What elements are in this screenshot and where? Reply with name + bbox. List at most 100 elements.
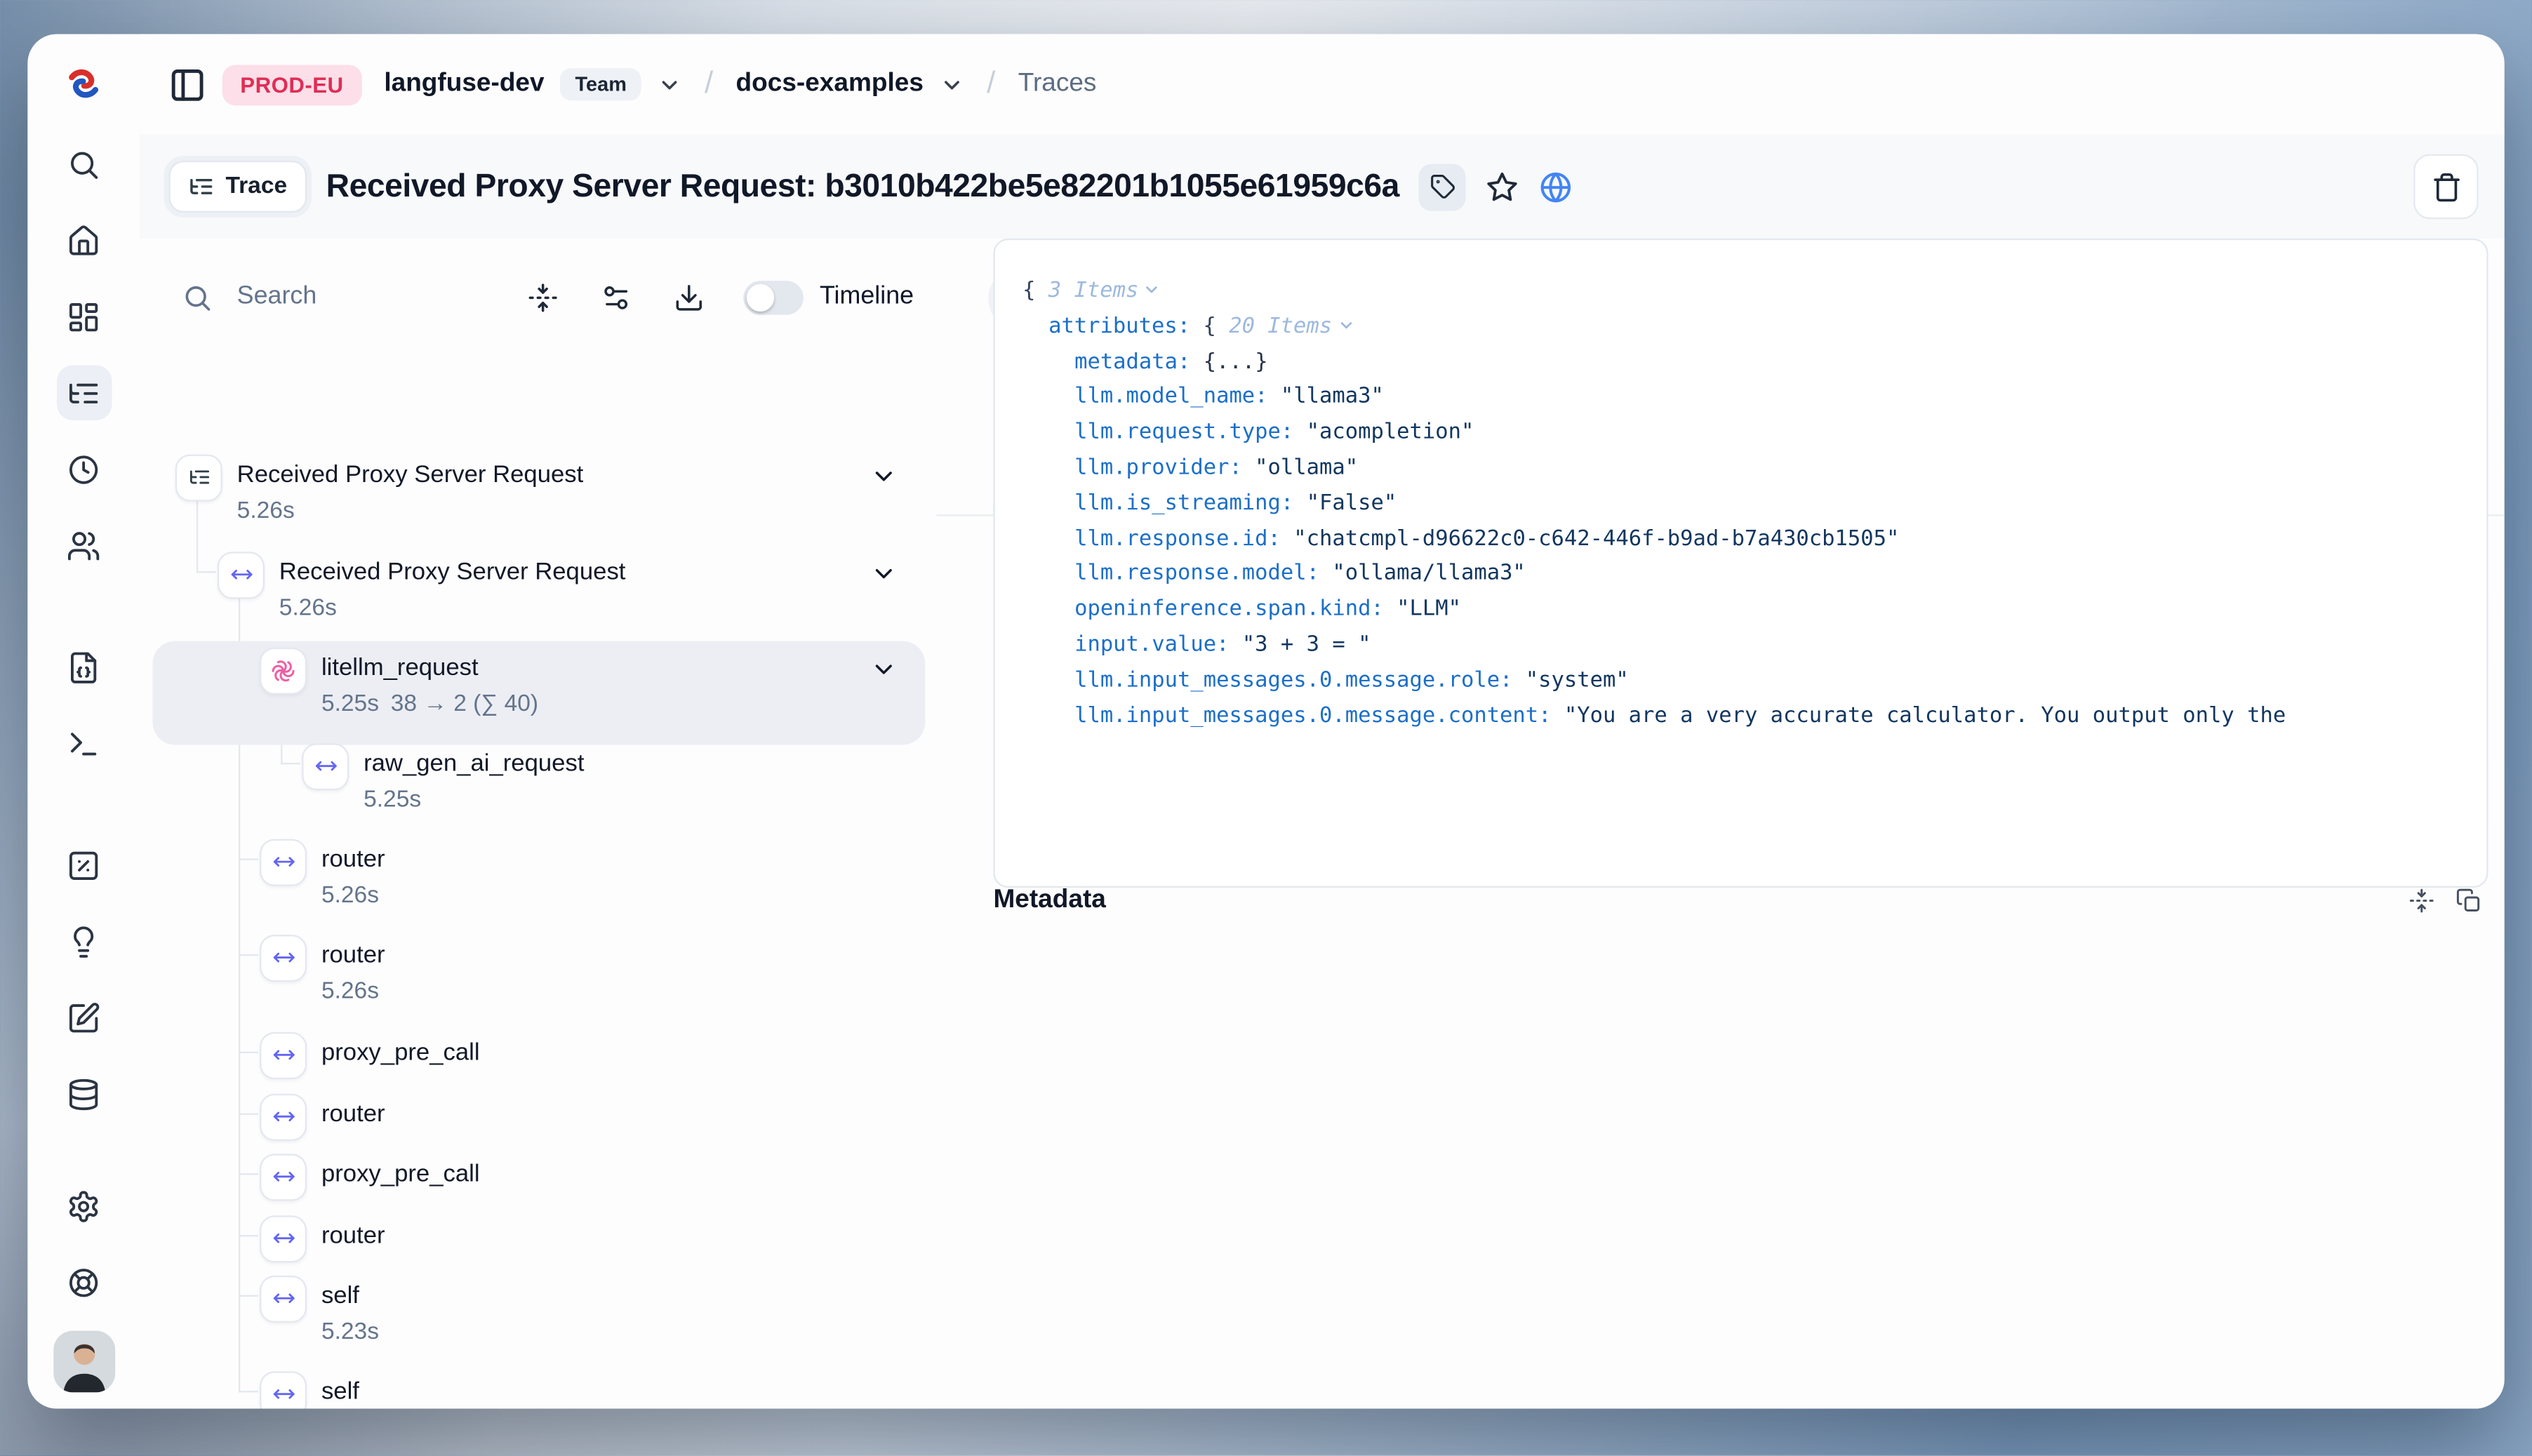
- sidebar-item-search[interactable]: [56, 136, 112, 192]
- tree-item-label[interactable]: router: [321, 938, 385, 974]
- metadata-json-line: metadata: {...}: [1022, 345, 2459, 380]
- square-percent-icon: [67, 848, 101, 882]
- json-string-value: "llama3": [1281, 385, 1384, 410]
- json-collapse-chevron-icon[interactable]: [1143, 281, 1161, 298]
- delete-trace-button[interactable]: [2413, 154, 2479, 220]
- metadata-json-line: llm.input_messages.0.message.role: "syst…: [1022, 663, 2459, 698]
- org-logo-icon[interactable]: [62, 62, 105, 104]
- trace-tree: Received Proxy Server Request5.26sReceiv…: [140, 333, 937, 1408]
- trace-type-pill[interactable]: Trace: [169, 161, 307, 213]
- sidebar-item-annotation[interactable]: [56, 990, 112, 1046]
- environment-badge: PROD-EU: [222, 64, 361, 105]
- sidebar: [27, 34, 141, 1409]
- tree-item-chevron-down-icon[interactable]: [870, 655, 898, 683]
- user-avatar[interactable]: [53, 1331, 114, 1393]
- top-nav: PROD-EU langfuse-dev Team / docs-example…: [140, 34, 2505, 137]
- json-collapse-chevron-icon[interactable]: [1337, 316, 1354, 334]
- project-name[interactable]: docs-examples: [736, 69, 924, 99]
- sidebar-item-datasets[interactable]: [56, 1067, 112, 1122]
- span-type-icon: [260, 1031, 307, 1078]
- sidebar-item-sessions[interactable]: [56, 441, 112, 497]
- sidebar-item-users[interactable]: [56, 518, 112, 573]
- metadata-json-line: attributes: { 20 Items: [1022, 309, 2459, 345]
- tree-item-label[interactable]: router: [321, 1219, 385, 1255]
- span-type-icon: [260, 1215, 307, 1262]
- sidebar-toggle-icon[interactable]: [169, 66, 206, 103]
- json-key: llm.input_messages.0.message.content:: [1074, 704, 1564, 728]
- terminal-icon: [67, 726, 101, 761]
- tags-button[interactable]: [1419, 163, 1466, 210]
- list-tree-icon: [188, 173, 214, 199]
- span-type-icon: [260, 1275, 307, 1322]
- tree-item-label[interactable]: Received Proxy Server Request: [279, 555, 626, 591]
- tree-connector-elbow: [239, 1391, 258, 1392]
- bookmark-star-icon[interactable]: [1485, 170, 1519, 204]
- tree-item-duration: 5.25s: [364, 782, 421, 818]
- tree-connector-elbow: [196, 571, 216, 573]
- tree-connector-elbow: [239, 954, 258, 956]
- metadata-json-line: llm.is_streaming: "False": [1022, 486, 2459, 521]
- trace-type-icon: [175, 453, 222, 500]
- project-chevron-down-icon[interactable]: [940, 72, 964, 97]
- trace-title-bar: Trace Received Proxy Server Request: b30…: [140, 135, 2505, 240]
- metadata-section-label: Metadata: [993, 886, 1105, 916]
- tree-item-label[interactable]: self: [321, 1375, 359, 1409]
- tree-item-label[interactable]: router: [321, 842, 385, 878]
- download-icon[interactable]: [674, 281, 705, 312]
- sidebar-item-prompts[interactable]: [56, 639, 112, 695]
- json-string-value: "You are a very accurate calculator. You…: [1564, 704, 2286, 728]
- tree-item-chevron-down-icon[interactable]: [870, 560, 898, 587]
- tree-item-duration: 5.23s: [321, 1314, 379, 1350]
- sidebar-item-playground[interactable]: [56, 716, 112, 771]
- json-item-count[interactable]: 3 Items: [1048, 279, 1139, 304]
- sidebar-item-evaluation[interactable]: [56, 837, 112, 893]
- span-type-icon: [260, 1370, 307, 1408]
- tree-item-duration: 5.26s: [279, 591, 337, 627]
- sidebar-item-dashboards[interactable]: [56, 289, 112, 345]
- json-string-value: "system": [1526, 668, 1629, 693]
- collapse-all-icon[interactable]: [528, 281, 559, 312]
- breadcrumb-separator: /: [705, 67, 713, 102]
- public-globe-icon[interactable]: [1539, 170, 1573, 204]
- org-chevron-down-icon[interactable]: [658, 72, 682, 97]
- json-key: metadata:: [1074, 350, 1204, 375]
- json-key: input.value:: [1074, 633, 1242, 657]
- metadata-json-line: openinference.span.kind: "LLM": [1022, 593, 2459, 628]
- json-key: llm.provider:: [1074, 456, 1255, 481]
- collapse-section-icon[interactable]: [2408, 888, 2434, 914]
- file-json-icon: [67, 650, 101, 684]
- tree-item-label[interactable]: proxy_pre_call: [321, 1036, 480, 1071]
- breadcrumb-section[interactable]: Traces: [1018, 69, 1097, 99]
- json-item-count[interactable]: 20 Items: [1229, 314, 1332, 339]
- json-string-value: "ollama": [1255, 456, 1358, 481]
- sidebar-item-insights[interactable]: [56, 914, 112, 969]
- tree-item-chevron-down-icon[interactable]: [870, 462, 898, 490]
- dashboard-icon: [67, 300, 101, 334]
- metadata-json-line: llm.response.model: "ollama/llama3": [1022, 557, 2459, 592]
- sidebar-item-tracing[interactable]: [56, 365, 112, 420]
- tree-item-label[interactable]: Received Proxy Server Request: [237, 457, 584, 493]
- toggle-knob: [747, 283, 774, 311]
- tree-item-label[interactable]: proxy_pre_call: [321, 1157, 480, 1193]
- metadata-json-line: llm.request.type: "acompletion": [1022, 416, 2459, 451]
- sidebar-item-support[interactable]: [56, 1255, 112, 1310]
- timeline-toggle[interactable]: [743, 280, 804, 314]
- lifebuoy-icon: [67, 1265, 101, 1300]
- database-icon: [67, 1077, 101, 1111]
- sidebar-item-settings[interactable]: [56, 1178, 112, 1234]
- tree-item-label[interactable]: litellm_request: [321, 650, 479, 686]
- tree-item-label[interactable]: self: [321, 1279, 359, 1315]
- metadata-json-line: llm.model_name: "llama3": [1022, 380, 2459, 415]
- metadata-json-line: { 3 Items: [1022, 274, 2459, 309]
- search-input[interactable]: Search: [182, 281, 485, 312]
- copy-section-icon[interactable]: [2456, 888, 2481, 914]
- tree-item-label[interactable]: router: [321, 1097, 385, 1133]
- span-type-icon: [218, 551, 265, 598]
- users-icon: [67, 528, 101, 563]
- tree-item-label[interactable]: raw_gen_ai_request: [364, 747, 584, 782]
- org-name[interactable]: langfuse-dev: [384, 69, 544, 99]
- span-type-icon: [260, 934, 307, 981]
- sidebar-item-home[interactable]: [56, 213, 112, 268]
- display-settings-icon[interactable]: [601, 281, 632, 312]
- json-key: llm.is_streaming:: [1074, 491, 1307, 516]
